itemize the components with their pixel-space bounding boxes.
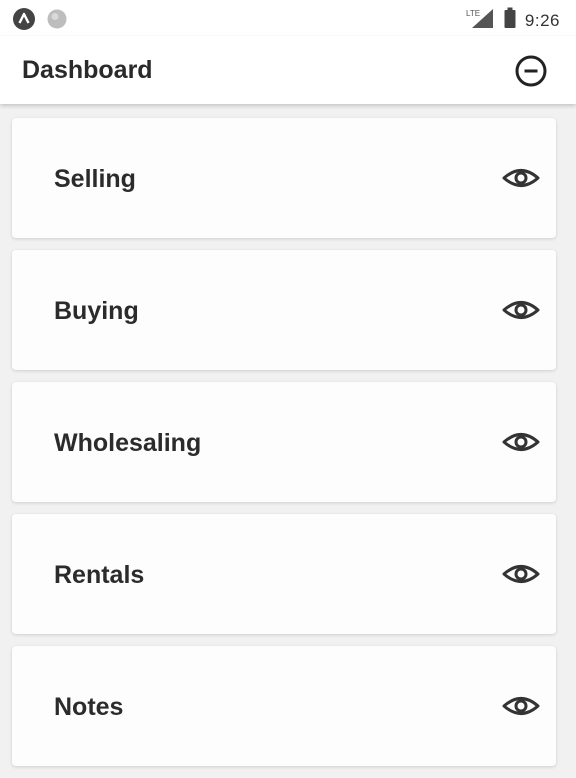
card-label: Selling [54,165,136,193]
dashboard-card-list: Selling Buying Wholesaling Rentals Notes [12,118,556,778]
eye-icon[interactable] [502,428,540,456]
eye-icon[interactable] [502,560,540,588]
card-label: Buying [54,297,139,325]
dot-notification-icon [46,8,68,35]
eye-icon[interactable] [502,296,540,324]
card-notes[interactable]: Notes [12,646,556,766]
status-notifications [12,7,68,36]
battery-icon [503,7,517,34]
card-selling[interactable]: Selling [12,118,556,238]
svg-text:LTE: LTE [466,9,480,18]
status-clock: 9:26 [524,10,560,30]
minus-circle-button[interactable] [514,54,548,88]
lte-signal-icon: LTE [465,7,495,34]
app-bar: Dashboard [0,36,576,104]
minus-circle-icon [515,55,547,87]
status-bar: LTE 9:26 [0,0,576,36]
eye-icon[interactable] [502,692,540,720]
card-label: Wholesaling [54,429,202,457]
card-label: Notes [54,693,124,721]
page-title: Dashboard [22,56,153,84]
app-notification-icon [12,7,36,36]
eye-icon[interactable] [502,164,540,192]
card-label: Rentals [54,561,145,589]
card-buying[interactable]: Buying [12,250,556,370]
card-wholesaling[interactable]: Wholesaling [12,382,556,502]
status-system-icons: LTE 9:26 [465,7,560,34]
card-rentals[interactable]: Rentals [12,514,556,634]
